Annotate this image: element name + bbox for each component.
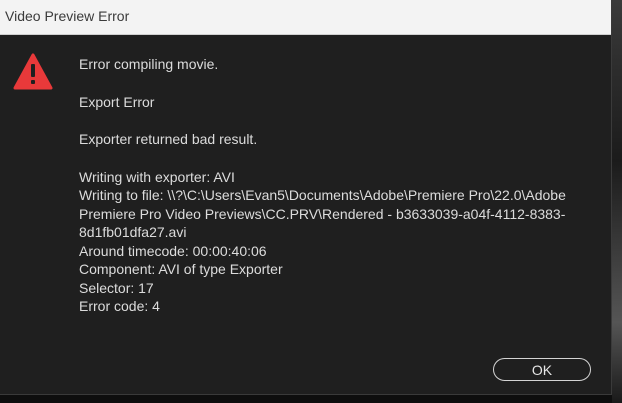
detail-line: Component: AVI of type Exporter xyxy=(79,261,283,277)
warning-icon xyxy=(13,53,53,90)
detail-line: Selector: 17 xyxy=(79,279,154,296)
detail-line: Premiere Pro Video Previews\CC.PRV\Rende… xyxy=(79,205,566,222)
detail-line: Writing to file: \\?\C:\Users\Evan5\Docu… xyxy=(79,187,566,203)
detail-line: Around timecode: 00:00:40:06 xyxy=(79,242,267,259)
error-message: Error compiling movie. Export Error Expo… xyxy=(79,55,599,316)
error-dialog: Video Preview Error Error compiling movi… xyxy=(0,0,612,395)
detail-line: Error code: 4 xyxy=(79,298,160,314)
message-line: Error compiling movie. xyxy=(79,56,219,72)
ok-button[interactable]: OK xyxy=(493,358,591,381)
title-bar[interactable]: Video Preview Error xyxy=(0,0,611,35)
window-title: Video Preview Error xyxy=(5,8,130,24)
detail-line: Writing with exporter: AVI xyxy=(79,168,235,185)
background-window-edge xyxy=(612,0,622,403)
message-line: Export Error xyxy=(79,93,155,110)
message-line: Exporter returned bad result. xyxy=(79,131,258,147)
detail-line: 8d1fb01dfa27.avi xyxy=(79,224,187,240)
